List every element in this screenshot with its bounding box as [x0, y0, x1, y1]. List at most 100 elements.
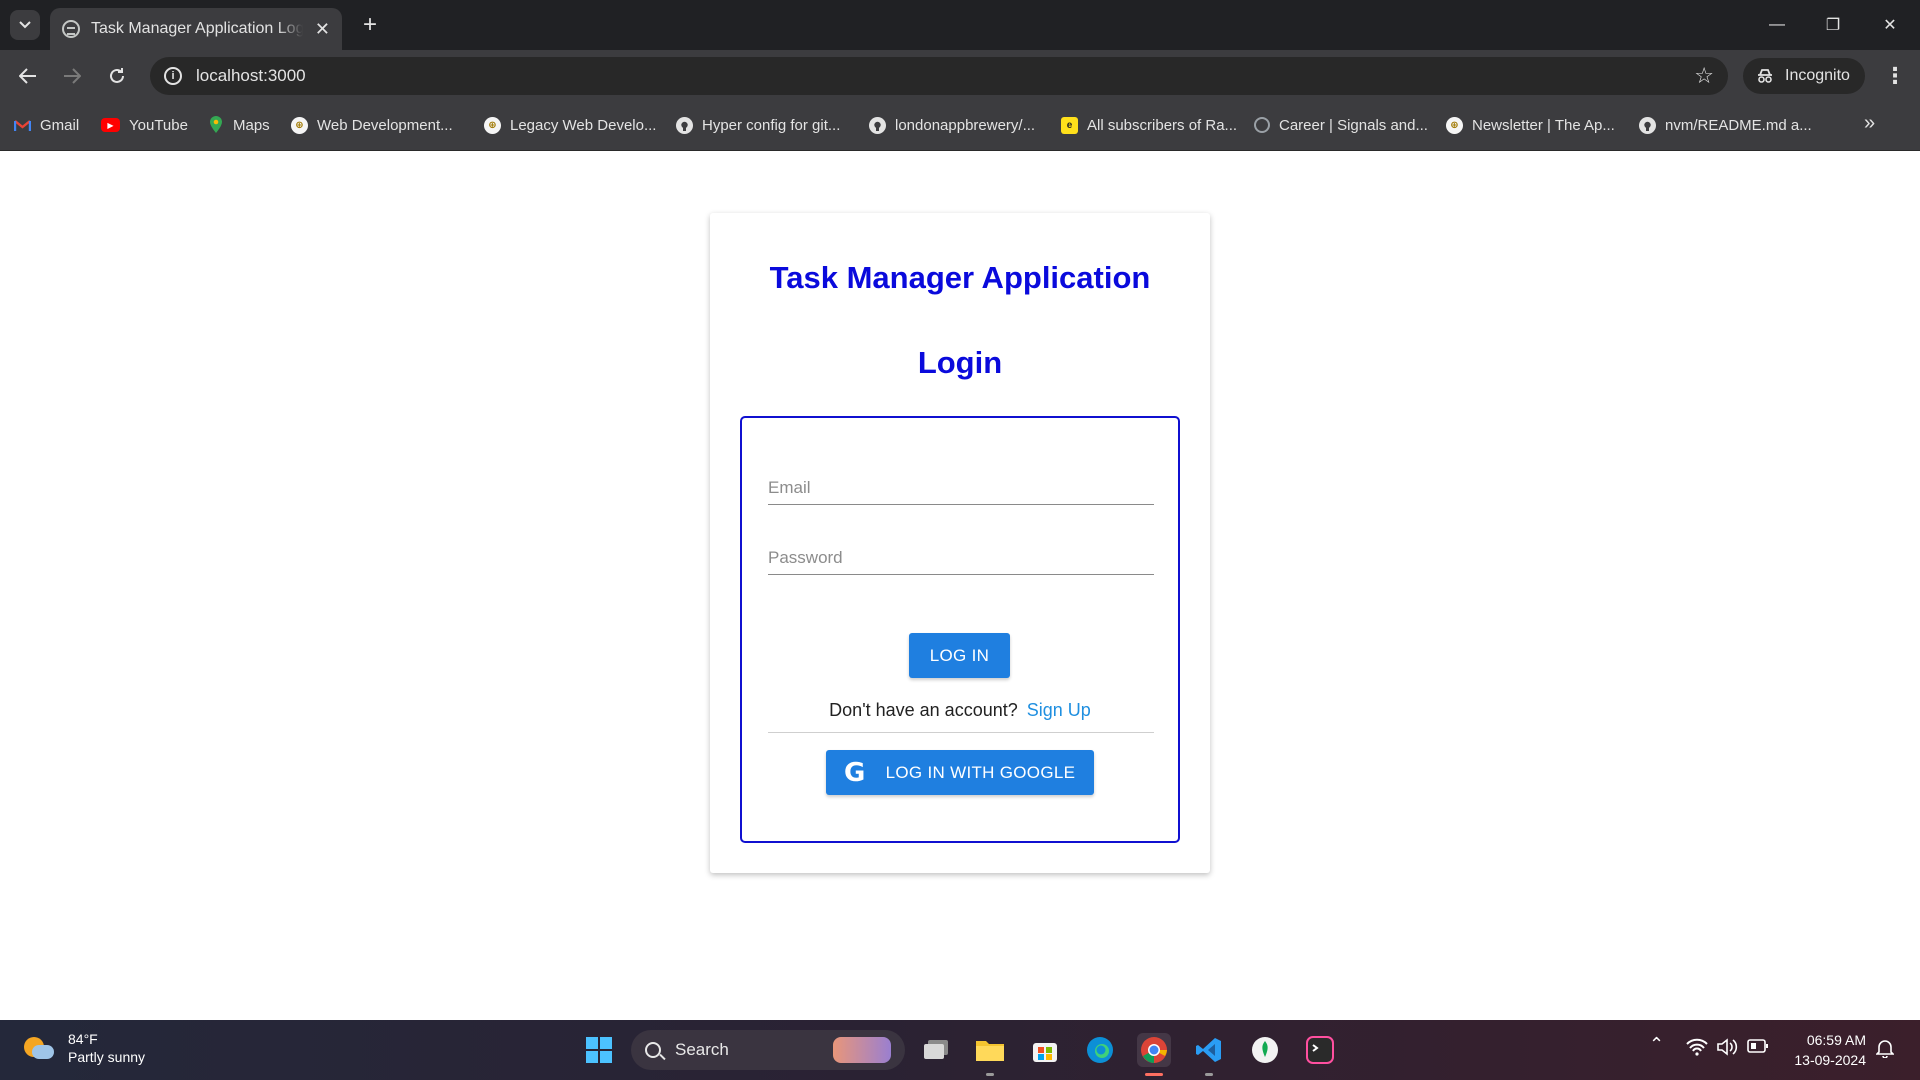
back-button[interactable]: [12, 60, 44, 92]
udemy-icon: ⊕: [1446, 116, 1463, 134]
more-menu-icon[interactable]: ⋮: [1880, 60, 1910, 92]
restore-button[interactable]: ❐: [1813, 10, 1853, 40]
tab-search-dropdown[interactable]: [10, 10, 40, 40]
search-highlight-icon: [833, 1037, 891, 1063]
reload-button[interactable]: [101, 60, 133, 92]
file-explorer-button[interactable]: [973, 1033, 1007, 1067]
bookmark-hyper-config[interactable]: Hyper config for git...: [676, 114, 840, 136]
close-tab-button[interactable]: ✕: [315, 19, 330, 40]
bookmark-newsletter[interactable]: ⊕ Newsletter | The Ap...: [1446, 114, 1615, 136]
vscode-icon: [1196, 1038, 1221, 1062]
site-info-icon[interactable]: i: [164, 67, 182, 85]
youtube-icon: ▶: [101, 118, 120, 132]
task-view-icon: [924, 1040, 948, 1059]
app-title: Task Manager Application: [769, 260, 1151, 295]
windows-taskbar: 84°F Partly sunny Search ⌃ 06:59 AM 13-0…: [0, 1020, 1920, 1080]
login-heading: Login: [917, 345, 1003, 380]
github-icon: [869, 116, 886, 134]
chevron-down-icon: [19, 21, 31, 29]
signup-link[interactable]: Sign Up: [1027, 700, 1091, 720]
chrome-icon: [1141, 1037, 1167, 1063]
email-field: [768, 463, 1154, 505]
github-icon: [676, 116, 693, 134]
bookmark-web-development[interactable]: ⊕ Web Development...: [291, 114, 453, 136]
mongodb-compass-button[interactable]: [1248, 1033, 1282, 1067]
tab-title: Task Manager Application Login: [91, 20, 303, 37]
bookmark-label: YouTube: [129, 116, 188, 134]
incognito-icon: [1758, 69, 1772, 83]
task-view-button[interactable]: [919, 1033, 953, 1067]
bookmark-label: Legacy Web Develo...: [510, 116, 657, 134]
minimize-button[interactable]: —: [1757, 10, 1797, 40]
bookmark-label: Career | Signals and...: [1279, 116, 1428, 134]
battery-icon[interactable]: [1747, 1038, 1769, 1059]
search-icon: [645, 1042, 661, 1058]
weather-description: Partly sunny: [68, 1049, 146, 1065]
password-input[interactable]: [768, 533, 1154, 574]
google-icon: G: [844, 757, 866, 788]
microsoft-store-button[interactable]: [1028, 1033, 1062, 1067]
bookmark-label: londonappbrewery/...: [895, 116, 1036, 134]
mailchimp-icon: e: [1061, 116, 1078, 134]
bookmark-star-icon[interactable]: ☆: [1694, 63, 1714, 89]
bookmark-label: Gmail: [40, 116, 80, 134]
incognito-badge[interactable]: Incognito: [1743, 58, 1865, 94]
terminal-button[interactable]: [1303, 1033, 1337, 1067]
no-account-text: Don't have an account?: [829, 700, 1018, 720]
taskbar-search-label: Search: [675, 1040, 729, 1059]
back-arrow-icon: [19, 68, 36, 84]
url-text[interactable]: localhost:3000: [196, 66, 306, 86]
active-indicator: [986, 1073, 994, 1076]
email-input[interactable]: [768, 463, 1154, 504]
address-bar[interactable]: i localhost:3000 ☆: [150, 57, 1728, 95]
bookmark-all-subscribers[interactable]: e All subscribers of Ra...: [1061, 114, 1237, 136]
volume-icon[interactable]: [1716, 1038, 1738, 1061]
maps-icon: [207, 116, 224, 134]
clock-time: 06:59 AM: [1806, 1032, 1866, 1048]
bookmark-londonappbrewery[interactable]: londonappbrewery/...: [869, 114, 1035, 136]
bookmarks-overflow-icon[interactable]: »: [1864, 112, 1875, 135]
partly-sunny-icon: [22, 1033, 56, 1063]
password-field: [768, 533, 1154, 575]
show-hidden-icons-chevron-up-icon[interactable]: ⌃: [1649, 1034, 1664, 1055]
bookmark-youtube[interactable]: ▶ YouTube: [101, 114, 188, 136]
wifi-icon[interactable]: [1686, 1038, 1708, 1061]
vscode-button[interactable]: [1192, 1033, 1226, 1067]
signup-prompt: Don't have an account? Sign Up: [742, 700, 1178, 721]
start-button[interactable]: [582, 1033, 616, 1067]
weather-temperature: 84°F: [68, 1031, 98, 1047]
globe-icon: [1254, 117, 1270, 133]
bookmark-legacy-web[interactable]: ⊕ Legacy Web Develo...: [484, 114, 656, 136]
bookmark-nvm-readme[interactable]: nvm/README.md a...: [1639, 114, 1812, 136]
google-login-label: LOG IN WITH GOOGLE: [885, 762, 1076, 782]
close-window-button[interactable]: ✕: [1870, 10, 1910, 40]
bookmarks-bar: Gmail ▶ YouTube Maps ⊕ Web Development..…: [0, 100, 1920, 151]
mongodb-icon: [1252, 1037, 1278, 1063]
bookmark-label: Web Development...: [317, 116, 453, 134]
chrome-browser-button[interactable]: [1137, 1033, 1171, 1067]
login-form: LOG IN Don't have an account? Sign Up G …: [740, 416, 1180, 843]
bookmark-label: Maps: [233, 116, 270, 134]
folder-icon: [976, 1041, 1004, 1061]
forward-button[interactable]: [56, 60, 88, 92]
incognito-label: Incognito: [1785, 67, 1850, 84]
weather-widget[interactable]: 84°F Partly sunny: [22, 1030, 145, 1066]
globe-icon: [62, 20, 80, 38]
google-login-button[interactable]: G LOG IN WITH GOOGLE: [826, 750, 1094, 795]
taskbar-search[interactable]: Search: [631, 1030, 905, 1070]
udemy-icon: ⊕: [291, 116, 308, 134]
bookmark-label: nvm/README.md a...: [1665, 116, 1812, 134]
new-tab-button[interactable]: +: [355, 10, 385, 40]
windows-start-icon: [586, 1037, 612, 1063]
bookmark-maps[interactable]: Maps: [207, 114, 270, 136]
browser-tab-active[interactable]: Task Manager Application Login ✕: [50, 8, 342, 50]
system-clock[interactable]: 06:59 AM 13-09-2024: [1786, 1030, 1866, 1070]
edge-browser-button[interactable]: [1083, 1033, 1117, 1067]
bookmark-career-signals[interactable]: Career | Signals and...: [1254, 114, 1428, 136]
notification-bell-icon[interactable]: [1875, 1038, 1895, 1063]
login-button[interactable]: LOG IN: [909, 633, 1010, 678]
form-divider: [768, 732, 1154, 733]
terminal-icon: [1306, 1036, 1334, 1064]
bookmark-gmail[interactable]: Gmail: [14, 114, 79, 136]
edge-icon: [1087, 1037, 1113, 1063]
